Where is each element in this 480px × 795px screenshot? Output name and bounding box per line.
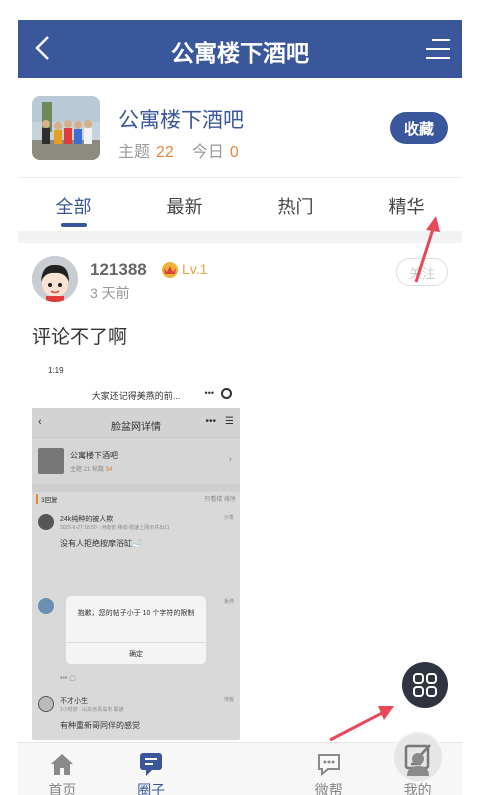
shot-comment-floor: 沙发 (223, 515, 234, 521)
nav-compose[interactable] (196, 731, 444, 795)
nav-circle[interactable]: 圈子 (107, 743, 196, 795)
profile-icon (406, 753, 429, 776)
tab-hot[interactable]: 热门 (240, 179, 351, 231)
page-title: 公寓楼下酒吧 (171, 40, 309, 66)
shot-comment-text: 有种重新哥同伴的感觉 (60, 721, 140, 730)
shot-forum-card: 公寓楼下酒吧 主题 21 帖数 54 › (32, 440, 240, 484)
section-divider (18, 231, 462, 243)
tab-featured-label: 精华 (388, 197, 425, 217)
tab-all[interactable]: 全部 (18, 179, 129, 231)
circle-chat-icon (140, 753, 163, 776)
shot-action-icons: ••• ▢ (60, 675, 76, 682)
home-icon (51, 754, 74, 775)
top-bar: 公寓楼下酒吧 (18, 20, 462, 78)
forum-info: 公寓楼下酒吧 主题 22 今日 0 收藏 (18, 78, 462, 178)
shot-sort-label: 只看楼 排序 (204, 497, 236, 503)
shot-target-icon (221, 388, 232, 399)
tab-bar: 全部 最新 热门 精华 (18, 179, 462, 231)
today-label: 今日 (191, 144, 224, 161)
vip-crown-icon (162, 262, 178, 278)
tab-latest[interactable]: 最新 (129, 179, 240, 231)
nav-circle-label: 圈子 (137, 782, 166, 795)
nav-help-label: 微帮 (314, 782, 343, 795)
shot-divider (32, 484, 240, 492)
nav-home-label: 首页 (48, 782, 77, 795)
nav-home[interactable]: 首页 (18, 743, 107, 795)
shot-dialog-confirm: 确定 (66, 642, 206, 664)
shot-comment-avatar (38, 514, 54, 530)
shot-comment-meta: 2025-6-27 18:50 · 河南省 移动·限速上网示共出口 (60, 525, 170, 531)
shot-menu-icon: ☰ (225, 416, 234, 427)
follow-button[interactable]: 关注 (396, 258, 448, 286)
shot-nav-bar: 大家还记得美燕的前... ••• (32, 380, 240, 408)
tab-featured[interactable]: 精华 (351, 179, 462, 231)
nav-profile-label: 我的 (403, 782, 432, 795)
floating-grid-button[interactable] (402, 662, 448, 708)
bottom-nav: 首页 圈子 微帮 我的 (18, 731, 462, 795)
shot-dialog-message: 抱歉，您的帖子小于 10 个字符的限制 (77, 610, 195, 617)
shot-comment-floor: 地板 (223, 697, 234, 703)
shot-comment-avatar (38, 598, 54, 614)
shot-comment-text: 没有人拒绝按摩浴缸🛁 (60, 539, 142, 548)
tab-all-label: 全部 (55, 197, 92, 217)
shot-forum-stats: 主题 21 帖数 54 (70, 464, 112, 473)
shot-nav-title: 大家还记得美燕的前... (91, 391, 181, 401)
shot-comment-name: 24k纯种的被人欺 (60, 516, 114, 523)
favorite-button[interactable]: 收藏 (390, 112, 448, 144)
shot-stats-num: 54 (105, 467, 113, 473)
post-time: 3 天前 (90, 285, 130, 301)
post-image[interactable]: 1:19 大家还记得美燕的前... ••• ‹ 脸盆网详情 ••• ☰ 公寓楼下… (32, 360, 240, 740)
shot-comment-meta: 1小时前 · 山东省青岛市 联通 (60, 707, 124, 713)
help-chat-icon (317, 754, 340, 777)
topics-label: 主题 (118, 144, 151, 161)
shot-forum-name: 公寓楼下酒吧 (70, 451, 118, 460)
active-tab-indicator (60, 223, 87, 227)
shot-back-icon: ‹ (38, 416, 42, 428)
shot-dots-icon: ••• (205, 416, 216, 427)
shot-status-bar: 1:19 (32, 360, 240, 380)
shot-replies-header: 3回复 (36, 494, 58, 504)
app-frame: 公寓楼下酒吧 公寓楼下酒吧 主题 22 今日 0 收藏 全部 最新 热门 精华 … (18, 20, 462, 795)
post-username[interactable]: 121388 (90, 260, 147, 280)
forum-avatar (32, 96, 100, 160)
forum-name: 公寓楼下酒吧 (118, 109, 244, 132)
forum-stats: 主题 22 今日 0 (118, 138, 257, 162)
shot-page-title: ‹ 脸盆网详情 ••• ☰ (32, 408, 240, 438)
shot-stats-prefix: 主题 21 帖数 (70, 467, 106, 473)
grid-icon (413, 673, 437, 697)
user-avatar[interactable] (32, 256, 78, 302)
post-text[interactable]: 评论不了啊 (32, 322, 127, 349)
nav-profile[interactable]: 我的 (373, 743, 462, 795)
shot-forum-avatar (38, 448, 64, 474)
annotation-arrow-fab (329, 706, 394, 742)
shot-comment-name: 不才小生 (60, 698, 88, 705)
shot-more-icon: ••• (204, 388, 214, 398)
shot-title-text: 脸盆网详情 (111, 422, 161, 433)
shot-dialog: 抱歉，您的帖子小于 10 个字符的限制 确定 (66, 596, 206, 664)
user-level: Lv.1 (182, 261, 208, 277)
shot-comment-floor: 板凳 (223, 599, 234, 605)
nav-help[interactable]: 微帮 (284, 743, 373, 795)
tab-hot-label: 热门 (277, 197, 314, 217)
shot-chevron-icon: › (228, 454, 232, 465)
topics-count: 22 (156, 144, 174, 161)
shot-comment-avatar (38, 696, 54, 712)
today-count: 0 (229, 144, 239, 161)
tab-latest-label: 最新 (166, 197, 203, 217)
shot-time: 1:19 (48, 366, 64, 375)
menu-icon[interactable] (424, 36, 450, 62)
